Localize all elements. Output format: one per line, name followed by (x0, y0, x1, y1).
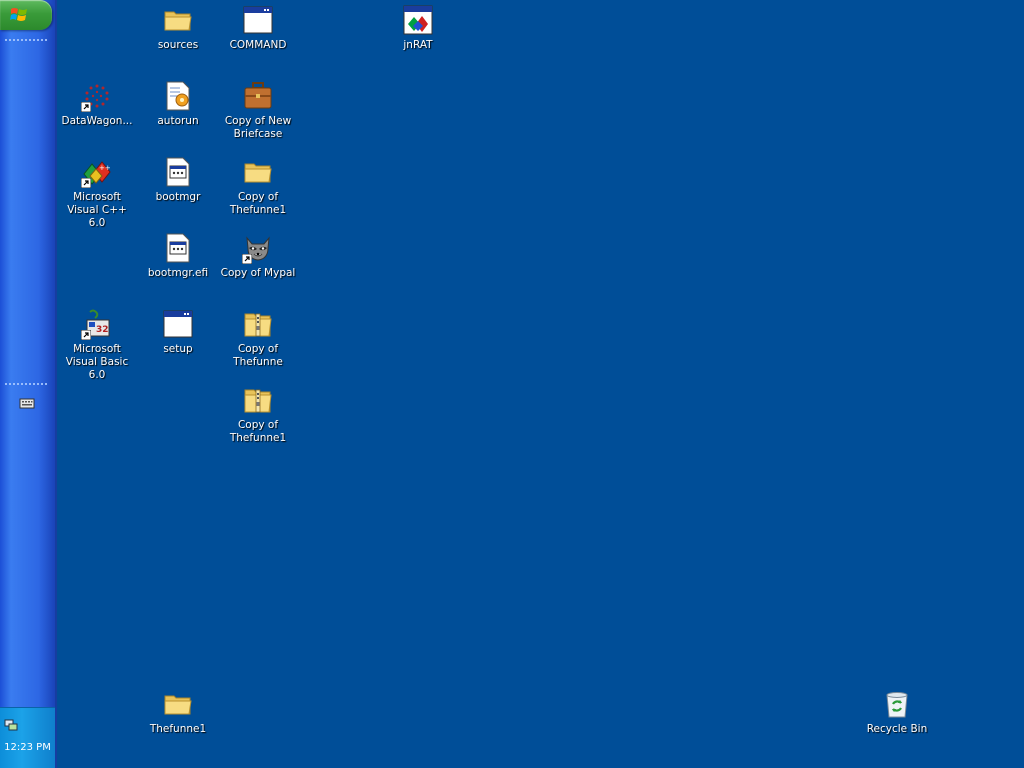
shortcut-arrow-icon (242, 254, 252, 264)
zip-folder-icon (242, 308, 274, 340)
desktop-icon-briefcase[interactable]: Copy of New Briefcase (220, 80, 296, 141)
desktop-icon-label: Copy of New Briefcase (224, 115, 292, 140)
svg-text:++: ++ (99, 164, 111, 172)
desktop-icon-label: Copy of Thefunne1 (229, 191, 287, 216)
recycle-bin-icon (881, 688, 913, 720)
desktop-icon-command[interactable]: COMMAND (220, 4, 296, 52)
desktop-icon-label: setup (163, 343, 193, 355)
desktop[interactable]: 12:23 PM sources COMMAND jnRAT DataWagon… (0, 0, 1024, 768)
desktop-icon-label: sources (157, 39, 199, 51)
folder-icon (162, 688, 194, 720)
windows-flag-icon (10, 8, 27, 21)
toolbar-grip[interactable] (4, 38, 48, 42)
visual-cpp-icon: ++ (81, 156, 113, 188)
desktop-icon-recycle-bin[interactable]: Recycle Bin (859, 688, 935, 736)
desktop-icon-bootmgr-efi[interactable]: bootmgr.efi (140, 232, 216, 280)
window-app-icon (242, 4, 274, 36)
system-file-icon (162, 232, 194, 264)
desktop-icon-label: Thefunne1 (149, 723, 207, 735)
desktop-icon-sources[interactable]: sources (140, 4, 216, 52)
desktop-icon-label: Copy of Thefunne (233, 343, 283, 368)
desktop-icon-label: bootmgr.efi (147, 267, 209, 279)
desktop-icon-label: COMMAND (229, 39, 287, 51)
desktop-icon-copy-of-thefunne1-zip[interactable]: Copy of Thefunne1 (220, 384, 296, 445)
toolbar-grip[interactable] (4, 382, 48, 386)
system-tray: 12:23 PM (0, 707, 55, 768)
desktop-icon-label: Recycle Bin (866, 723, 928, 735)
autorun-icon (162, 80, 194, 112)
taskbar: 12:23 PM (0, 0, 57, 768)
desktop-icon-copy-of-thefunne-zip[interactable]: Copy of Thefunne (220, 308, 296, 369)
desktop-icon-setup[interactable]: setup (140, 308, 216, 356)
desktop-icon-label: Copy of Mypal (220, 267, 296, 279)
briefcase-icon (242, 80, 274, 112)
visual-basic-icon: 32 (81, 308, 113, 340)
jnrat-icon (402, 4, 434, 36)
network-tray-icon[interactable] (4, 718, 18, 732)
desktop-icon-label: Copy of Thefunne1 (229, 419, 287, 444)
svg-text:32: 32 (96, 325, 109, 335)
folder-icon (162, 4, 194, 36)
desktop-icon-label: Microsoft Visual C++ 6.0 (67, 191, 127, 229)
desktop-icon-visual-basic[interactable]: 32 Microsoft Visual Basic 6.0 (59, 308, 135, 382)
desktop-icon-copy-of-mypal[interactable]: Copy of Mypal (220, 232, 296, 280)
desktop-icon-label: jnRAT (403, 39, 433, 51)
clock[interactable]: 12:23 PM (0, 742, 55, 753)
desktop-icon-jnrat[interactable]: jnRAT (380, 4, 456, 52)
shortcut-arrow-icon (81, 102, 91, 112)
desktop-icon-label: autorun (157, 115, 199, 127)
datawagon-icon (81, 80, 113, 112)
keyboard-icon[interactable] (19, 396, 35, 410)
folder-icon (242, 156, 274, 188)
desktop-icon-label: bootmgr (155, 191, 201, 203)
desktop-icon-thefunne1[interactable]: Thefunne1 (140, 688, 216, 736)
desktop-icon-label: DataWagon... (61, 115, 133, 127)
desktop-icon-autorun[interactable]: autorun (140, 80, 216, 128)
desktop-icon-datawagon[interactable]: DataWagon... (59, 80, 135, 128)
mypal-raccoon-icon (242, 232, 274, 264)
desktop-icon-visual-cpp[interactable]: ++ Microsoft Visual C++ 6.0 (59, 156, 135, 230)
shortcut-arrow-icon (81, 178, 91, 188)
start-button[interactable] (0, 0, 52, 30)
system-file-icon (162, 156, 194, 188)
desktop-icon-label: Microsoft Visual Basic 6.0 (65, 343, 129, 381)
zip-folder-icon (242, 384, 274, 416)
desktop-icon-bootmgr[interactable]: bootmgr (140, 156, 216, 204)
shortcut-arrow-icon (81, 330, 91, 340)
window-app-icon (162, 308, 194, 340)
desktop-icon-copy-of-thefunne1-folder[interactable]: Copy of Thefunne1 (220, 156, 296, 217)
